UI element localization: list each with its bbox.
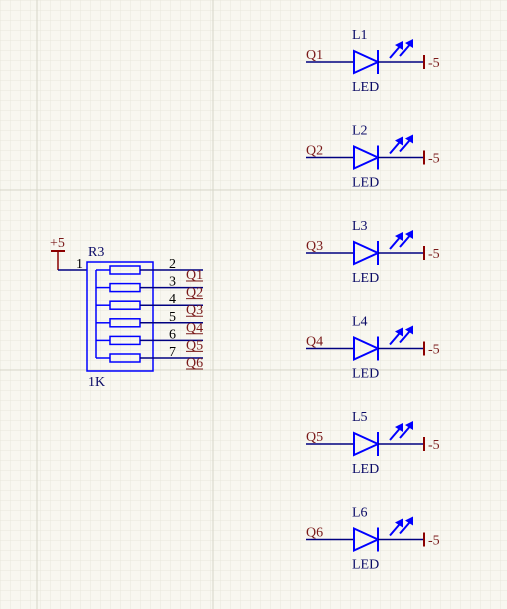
rnet-pin-number: 3 <box>169 275 176 290</box>
common-pin-number: 1 <box>76 257 83 272</box>
led-net-label: Q2 <box>306 144 323 159</box>
led-value: LED <box>352 367 379 382</box>
led-value: LED <box>352 462 379 477</box>
rnet-pin-number: 5 <box>169 310 176 325</box>
led-designator: L3 <box>352 219 368 234</box>
led-value: LED <box>352 176 379 191</box>
supply-label: -5 <box>428 438 440 453</box>
led-net-label: Q5 <box>306 430 323 445</box>
rnet-designator: R3 <box>88 245 104 260</box>
led-value: LED <box>352 558 379 573</box>
schematic-canvas[interactable]: +5 1 R3 1K 2Q13Q24Q35Q46Q57Q6 Q1-5L1LEDQ… <box>0 0 507 609</box>
led-designator: L5 <box>352 410 368 425</box>
led-value: LED <box>352 271 379 286</box>
rnet-value: 1K <box>88 375 105 390</box>
led-designator: L4 <box>352 315 368 330</box>
rnet-pin-number: 7 <box>169 345 176 360</box>
rnet-pin-number: 2 <box>169 257 176 272</box>
supply-label: -5 <box>428 247 440 262</box>
grid-background <box>0 0 507 609</box>
supply-label: -5 <box>428 152 440 167</box>
led-value: LED <box>352 80 379 95</box>
led-net-label: Q3 <box>306 239 323 254</box>
rnet-pin-number: 4 <box>169 292 176 307</box>
supply-label: -5 <box>428 56 440 71</box>
led-net-label: Q1 <box>306 48 323 63</box>
supply-label: -5 <box>428 343 440 358</box>
led-designator: L1 <box>352 28 368 43</box>
rnet-pin-number: 6 <box>169 327 176 342</box>
led-net-label: Q6 <box>306 526 323 541</box>
supply-label: -5 <box>428 534 440 549</box>
led-net-label: Q4 <box>306 335 323 350</box>
led-designator: L6 <box>352 506 368 521</box>
led-designator: L2 <box>352 124 368 139</box>
power-label: +5 <box>50 236 65 251</box>
